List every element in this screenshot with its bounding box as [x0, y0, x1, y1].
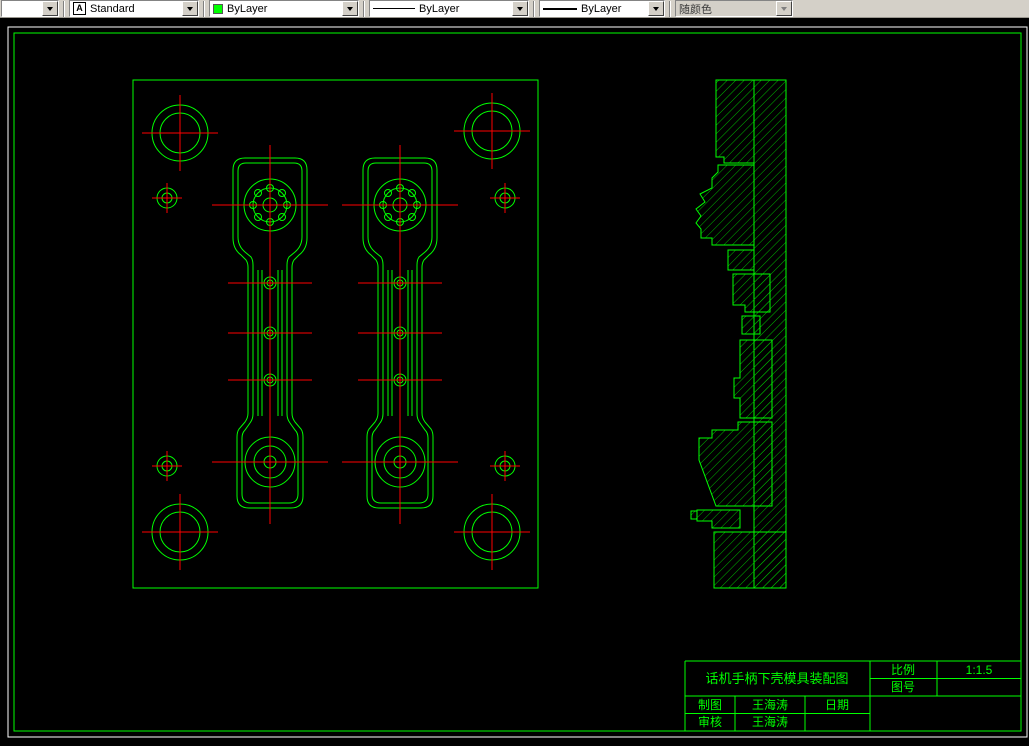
- section-part: [698, 421, 773, 507]
- lineweight-arrow[interactable]: [648, 1, 664, 16]
- section-part: [727, 249, 755, 271]
- mold-plate-outline: [132, 79, 539, 589]
- toolbar-separator: [533, 0, 535, 17]
- plot-style-value: 随颜色: [679, 3, 712, 16]
- toolbar-separator: [203, 0, 205, 17]
- linetype-line-icon: [373, 8, 415, 9]
- section-part: [713, 531, 787, 589]
- scale-label: 比例: [891, 663, 915, 677]
- chevron-down-icon: [47, 6, 53, 11]
- section-view: [690, 79, 787, 589]
- drafter-label: 制图: [698, 698, 722, 712]
- drawing-title: 话机手柄下壳模具装配图: [705, 671, 848, 686]
- chevron-down-icon: [653, 6, 659, 11]
- toolbar: A Standard ByLayer ByLayer ByLayer 随颜色: [0, 0, 1029, 18]
- color-combo[interactable]: ByLayer: [209, 0, 359, 17]
- plot-style-combo: 随颜色: [675, 0, 793, 17]
- chevron-down-icon: [187, 6, 193, 11]
- date-label: 日期: [825, 698, 849, 712]
- text-style-combo[interactable]: A Standard: [69, 0, 199, 17]
- plot-style-arrow: [776, 1, 792, 16]
- lineweight-value: ByLayer: [581, 2, 622, 15]
- text-style-arrow[interactable]: [182, 1, 198, 16]
- reviewer-label: 审核: [698, 714, 722, 729]
- linetype-arrow[interactable]: [512, 1, 528, 16]
- unnamed-combo-arrow[interactable]: [42, 1, 58, 16]
- section-part: [733, 339, 773, 419]
- section-part: [696, 509, 741, 529]
- toolbar-separator: [363, 0, 365, 17]
- chevron-down-icon: [517, 6, 523, 11]
- section-part: [715, 79, 755, 164]
- lineweight-line-icon: [543, 7, 577, 10]
- drawing-canvas[interactable]: 话机手柄下壳模具装配图 比例 1:1.5 图号 制图 王海涛 日期 审核 王海涛: [0, 18, 1029, 741]
- text-style-value: Standard: [90, 2, 135, 15]
- toolbar-separator: [63, 0, 65, 17]
- chevron-down-icon: [347, 6, 353, 11]
- unnamed-combo[interactable]: [1, 0, 59, 17]
- color-arrow[interactable]: [342, 1, 358, 16]
- linetype-value: ByLayer: [419, 2, 460, 15]
- drafter-name: 王海涛: [752, 697, 788, 712]
- text-style-icon: A: [73, 2, 86, 15]
- linetype-combo[interactable]: ByLayer: [369, 0, 529, 17]
- drawing-area: 话机手柄下壳模具装配图 比例 1:1.5 图号 制图 王海涛 日期 审核 王海涛: [0, 18, 1029, 741]
- section-part: [741, 315, 761, 335]
- color-value: ByLayer: [227, 2, 268, 15]
- drawing-number-label: 图号: [891, 680, 915, 694]
- reviewer-name: 王海涛: [752, 714, 788, 729]
- scale-value: 1:1.5: [966, 663, 993, 677]
- plan-view: [132, 79, 539, 589]
- section-part: [732, 273, 771, 313]
- lineweight-combo[interactable]: ByLayer: [539, 0, 665, 17]
- toolbar-separator: [669, 0, 671, 17]
- color-swatch-icon: [213, 3, 223, 14]
- section-part: [695, 164, 755, 246]
- sheet-frame: [13, 32, 1022, 732]
- section-part: [690, 510, 698, 520]
- chevron-down-icon: [781, 6, 787, 11]
